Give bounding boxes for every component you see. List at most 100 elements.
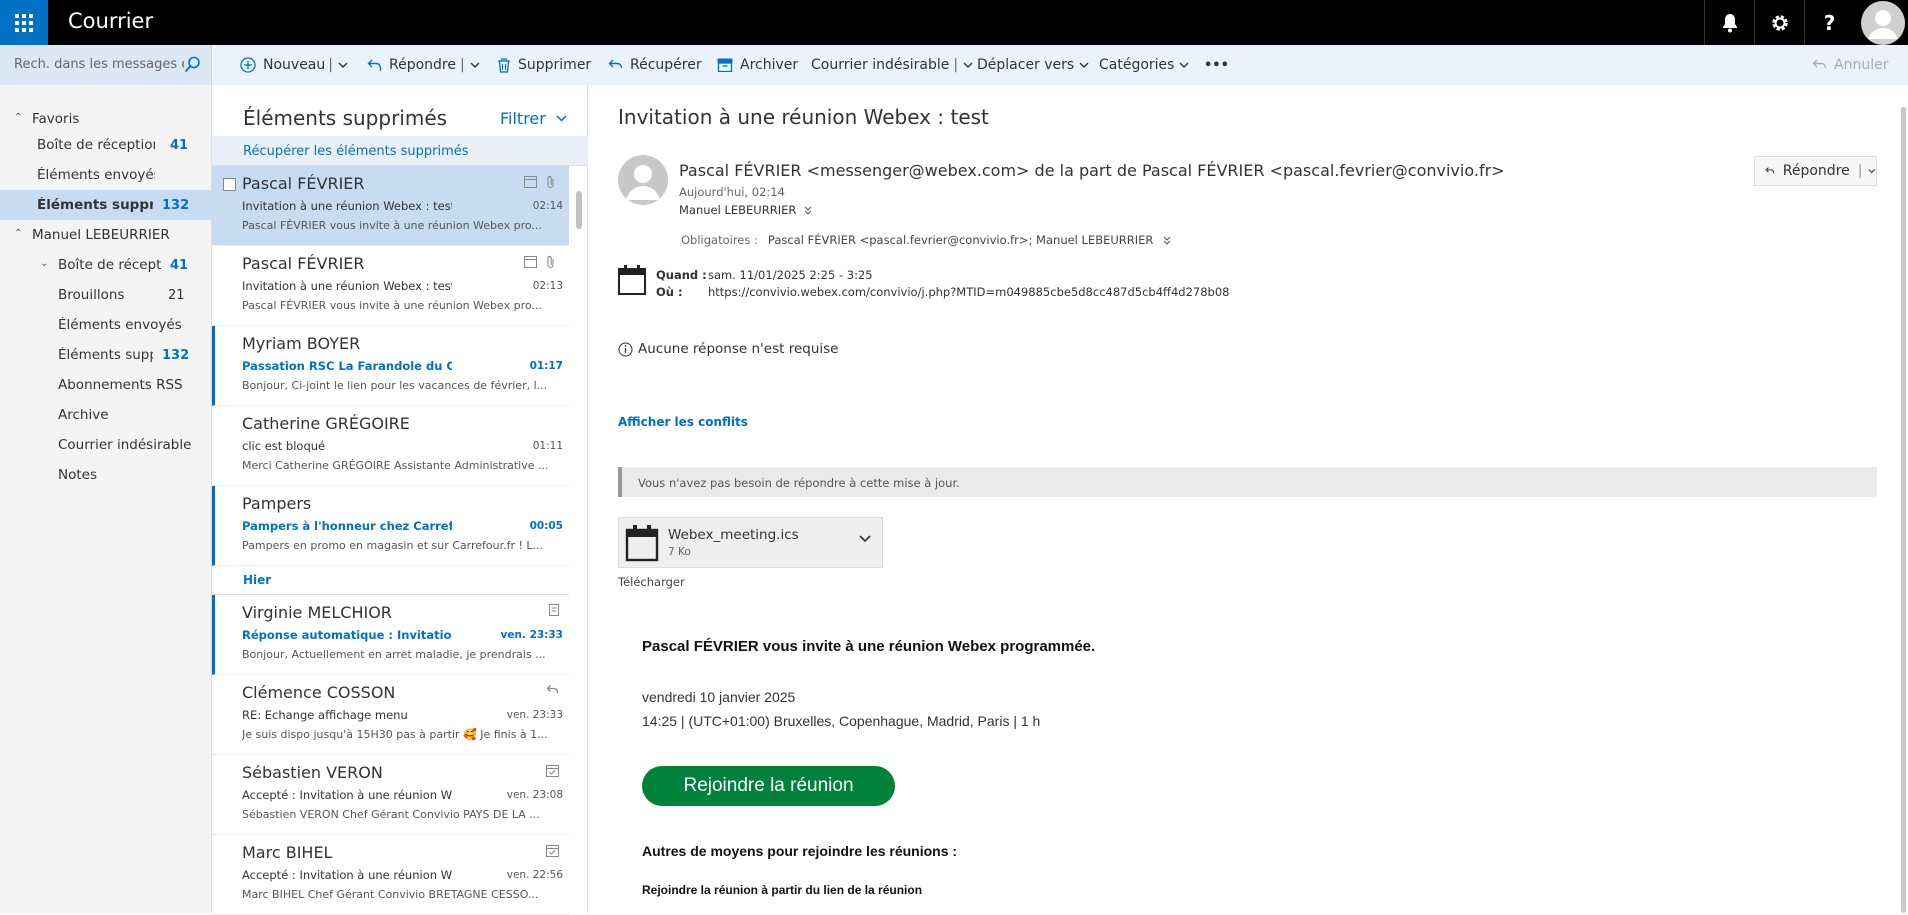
calendar-icon xyxy=(524,256,537,268)
account-header[interactable]: ⌃ Manuel LEBEURRIER xyxy=(0,220,212,250)
chevron-down-icon xyxy=(1079,62,1089,68)
show-conflicts-link[interactable]: Afficher les conflits xyxy=(618,415,748,429)
auto-reply-icon xyxy=(549,604,559,616)
recover-button[interactable]: Récupérer xyxy=(608,45,702,85)
folder-junk[interactable]: Courrier indésirable xyxy=(0,430,212,460)
where-label: Où : xyxy=(656,285,683,299)
list-item[interactable]: Catherine GRÉGOIRE clic est bloqué 01:11… xyxy=(212,406,569,486)
plus-circle-icon xyxy=(240,57,256,73)
chevron-down-icon[interactable] xyxy=(338,62,348,68)
replied-icon xyxy=(546,685,559,694)
app-launcher-button[interactable] xyxy=(0,0,48,45)
list-scrollbar[interactable] xyxy=(575,161,583,913)
list-item[interactable]: Pascal FÉVRIER Invitation à une réunion … xyxy=(212,246,569,326)
list-item[interactable]: Pascal FÉVRIER Invitation à une réunion … xyxy=(212,166,569,246)
list-item[interactable]: Pampers Pampers à l'honneur chez Carrefo… xyxy=(212,486,569,566)
message-date: Aujourd'hui, 02:14 xyxy=(679,185,785,199)
chevron-down-icon[interactable] xyxy=(1868,168,1876,174)
delete-button[interactable]: Supprimer xyxy=(497,45,591,85)
sender-line[interactable]: Pascal FÉVRIER <messenger@webex.com> de … xyxy=(679,161,1505,180)
attachment-name: Webex_meeting.ics xyxy=(668,527,799,543)
collapse-icon[interactable]: ⌄ xyxy=(40,258,48,269)
fav-deleted[interactable]: Éléments supprimés 132 xyxy=(0,190,212,220)
top-bar: Courrier ? xyxy=(0,0,1908,45)
invite-time: 14:25 | (UTC+01:00) Bruxelles, Copenhagu… xyxy=(642,713,1041,729)
undo-icon xyxy=(1812,59,1827,69)
more-button[interactable]: ••• xyxy=(1204,45,1229,85)
reply-label: Répondre xyxy=(389,57,456,73)
trash-icon xyxy=(498,57,510,73)
info-icon xyxy=(618,342,633,356)
list-item[interactable]: Virginie MELCHIOR Réponse automatique : … xyxy=(212,595,569,675)
paperclip-icon xyxy=(547,175,554,189)
search-box[interactable]: Rech. dans les messages e... xyxy=(0,45,212,85)
reply-button[interactable]: Répondre | xyxy=(1754,156,1877,186)
chevron-down-icon[interactable] xyxy=(859,535,871,543)
recipient-line[interactable]: Manuel LEBEURRIER xyxy=(679,203,812,217)
reading-scroll-thumb[interactable] xyxy=(1901,107,1906,913)
list-item[interactable]: Sébastien VERON Accepté : Invitation à u… xyxy=(212,755,569,835)
sender-avatar xyxy=(618,155,668,205)
folder-drafts[interactable]: Brouillons 21 xyxy=(0,280,212,310)
user-avatar-button[interactable] xyxy=(1858,0,1908,45)
double-chevron-down-icon[interactable] xyxy=(804,206,812,215)
fav-sent[interactable]: Éléments envoyés xyxy=(0,160,212,190)
list-item[interactable]: Clémence COSSON RE: Echange affichage me… xyxy=(212,675,569,755)
filter-button[interactable]: Filtrer xyxy=(500,109,567,128)
list-item[interactable]: Myriam BOYER Passation RSC La Farandole … xyxy=(212,326,569,406)
junk-button[interactable]: Courrier indésirable | xyxy=(811,45,980,85)
help-button[interactable]: ? xyxy=(1804,0,1854,45)
move-label: Déplacer vers xyxy=(977,57,1075,73)
folder-notes[interactable]: Notes xyxy=(0,460,212,490)
download-link[interactable]: Télécharger xyxy=(618,575,685,589)
select-checkbox[interactable] xyxy=(223,178,236,191)
fav-inbox[interactable]: Boîte de réception 41 xyxy=(0,130,212,160)
chevron-down-icon[interactable] xyxy=(963,62,973,68)
join-meeting-button[interactable]: Rejoindre la réunion xyxy=(642,766,895,806)
categories-label: Catégories xyxy=(1099,57,1175,73)
other-ways-heading: Autres de moyens pour rejoindre les réun… xyxy=(642,843,958,859)
archive-icon xyxy=(717,58,733,72)
list-item[interactable]: Marc BIHEL Accepté : Invitation à une ré… xyxy=(212,835,569,915)
attachment-card[interactable]: Webex_meeting.ics 7 Ko xyxy=(618,517,883,568)
join-link-heading: Rejoindre la réunion à partir du lien de… xyxy=(642,883,923,897)
collapse-icon[interactable]: ⌃ xyxy=(14,112,22,123)
undo-icon xyxy=(608,59,623,69)
settings-button[interactable] xyxy=(1754,0,1804,45)
avatar-icon xyxy=(1861,0,1905,45)
search-input[interactable]: Rech. dans les messages e... xyxy=(14,57,184,72)
new-button[interactable]: Nouveau | xyxy=(240,45,355,85)
folder-deleted[interactable]: Éléments supprimés 132 xyxy=(0,340,212,370)
move-to-button[interactable]: Déplacer vers xyxy=(977,45,1096,85)
junk-label: Courrier indésirable xyxy=(811,57,950,73)
undo-label: Annuler xyxy=(1834,57,1889,73)
avatar-icon xyxy=(626,165,660,200)
chevron-down-icon xyxy=(1179,62,1189,68)
categories-button[interactable]: Catégories xyxy=(1099,45,1196,85)
list-scroll-thumb[interactable] xyxy=(576,191,582,229)
where-value[interactable]: https://convivio.webex.com/convivio/j.ph… xyxy=(708,285,1229,299)
notifications-button[interactable] xyxy=(1704,0,1754,45)
collapse-icon[interactable]: ⌃ xyxy=(14,228,22,239)
reply-toolbar-button[interactable]: Répondre | xyxy=(367,45,487,85)
recover-deleted-link[interactable]: Récupérer les éléments supprimés xyxy=(243,144,469,159)
when-label: Quand : xyxy=(656,268,707,282)
reply-icon xyxy=(1765,167,1775,174)
folder-sent[interactable]: Éléments envoyés xyxy=(0,310,212,340)
archive-label: Archiver xyxy=(740,57,799,73)
folder-rss[interactable]: Abonnements RSS xyxy=(0,370,212,400)
search-icon[interactable] xyxy=(184,56,201,73)
update-notice: Vous n'avez pas besoin de répondre à cet… xyxy=(618,467,1877,497)
question-icon: ? xyxy=(1823,10,1836,35)
undo-button[interactable]: Annuler xyxy=(1812,45,1888,85)
double-chevron-down-icon[interactable] xyxy=(1163,236,1171,245)
command-bar: Rech. dans les messages e... Nouveau | Ré… xyxy=(0,45,1908,85)
folder-inbox[interactable]: ⌄ Boîte de réception 41 xyxy=(0,250,212,280)
paperclip-icon xyxy=(547,255,554,269)
message-subject: Invitation à une réunion Webex : test xyxy=(618,105,989,129)
chevron-down-icon[interactable] xyxy=(470,62,480,68)
attachment-size: 7 Ko xyxy=(668,546,691,558)
archive-button[interactable]: Archiver xyxy=(717,45,798,85)
invite-title: Pascal FÉVRIER vous invite à une réunion… xyxy=(642,638,1096,655)
folder-archive[interactable]: Archive xyxy=(0,400,212,430)
